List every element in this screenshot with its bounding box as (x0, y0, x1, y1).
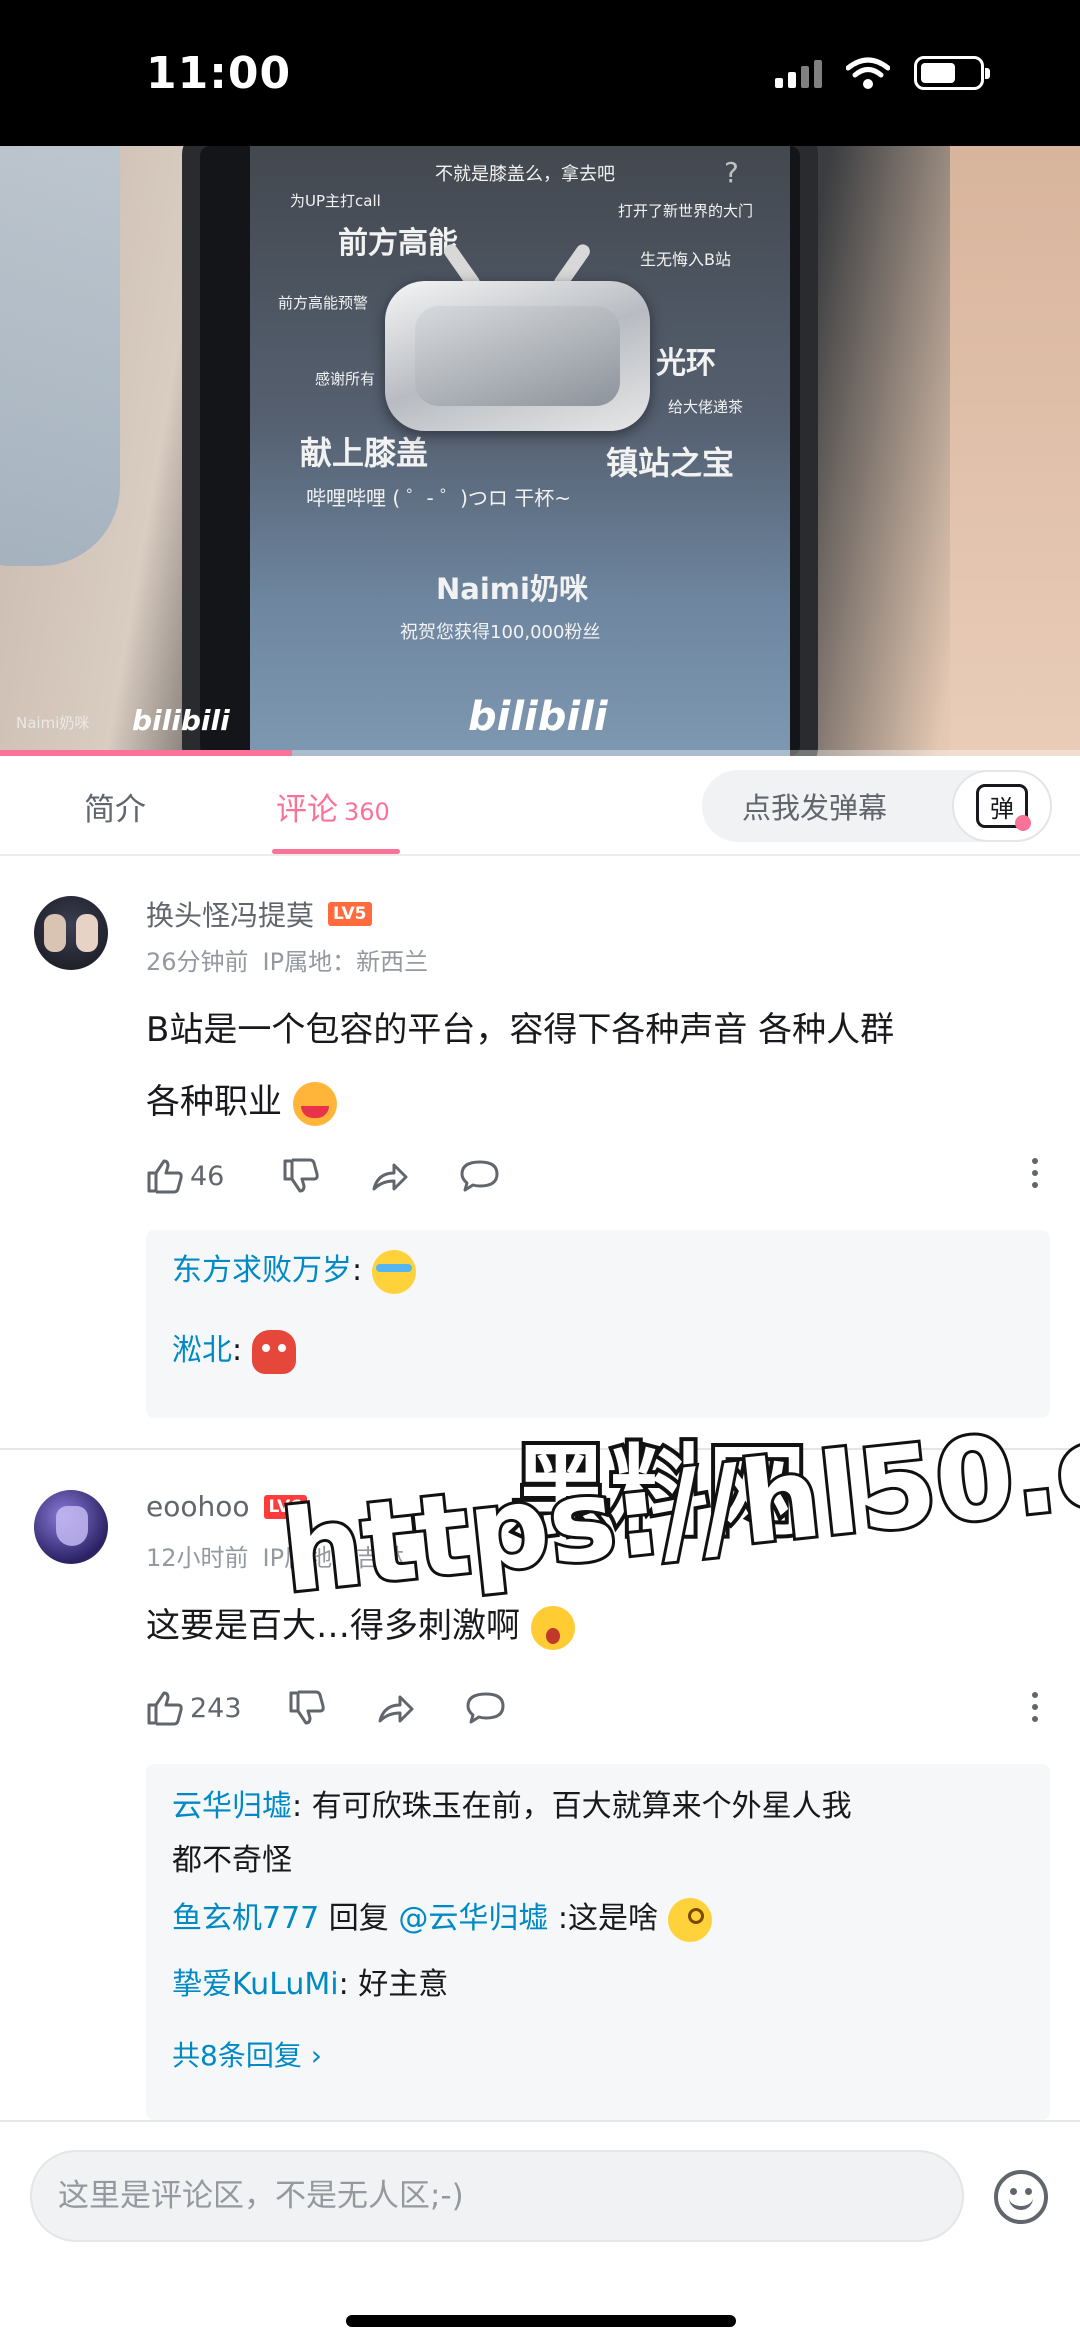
cellular-signal-icon (775, 58, 822, 88)
video-hand-shape (0, 146, 120, 566)
reply-preview: 云华归墟: 有可欣珠玉在前，百大就算来个外星人我 都不奇怪 (172, 1789, 852, 1878)
active-tab-indicator (272, 849, 400, 854)
more-options-icon[interactable] (1032, 1158, 1040, 1188)
danmaku-placeholder: 点我发弹幕 (742, 791, 888, 825)
reply-author[interactable]: 东方求败万岁 (172, 1253, 352, 1288)
tab-comments[interactable]: 评论 360 (276, 784, 390, 829)
comment-text: B站是一个包容的平台，容得下各种声音 各种人群 各种职业 (146, 994, 1026, 1138)
red-blob-emoji-icon (251, 1329, 296, 1374)
comment-meta: 26分钟前 IP属地：新西兰 (146, 942, 428, 977)
crying-laugh-emoji-icon (371, 1249, 416, 1294)
comment-username-row: 换头怪冯提莫 LV5 (146, 894, 372, 934)
shocked-emoji-icon (530, 1605, 575, 1650)
overlay-word: 感谢所有 (315, 370, 376, 388)
thumb-up-icon (147, 1159, 183, 1194)
share-icon[interactable] (376, 1691, 416, 1725)
comment-time: 26分钟前 (146, 948, 249, 976)
comment-username[interactable]: 换头怪冯提莫 (146, 894, 314, 934)
reply-preview: 鱼玄机777 回复 @云华归墟 :这是啥 (172, 1894, 1030, 1944)
view-more-replies-link[interactable]: 共8条回复 › (172, 2034, 322, 2074)
comment-username[interactable]: eoohoo (146, 1490, 250, 1523)
thinking-emoji-icon (667, 1897, 712, 1942)
overlay-word: 前方高能预警 (278, 294, 369, 312)
laughing-emoji-icon (292, 1081, 337, 1126)
emoji-picker-icon[interactable] (994, 2170, 1048, 2224)
share-icon[interactable] (370, 1159, 410, 1193)
comment-text: 这要是百大…得多刺激啊 (146, 1590, 1026, 1662)
video-background-right (950, 146, 1080, 756)
thumb-up-icon (147, 1691, 183, 1726)
overlay-word: 哔哩哔哩 ( ゜- ゜)つロ 干杯~ (306, 486, 572, 510)
like-count: 46 (190, 1160, 225, 1192)
tab-intro[interactable]: 简介 (84, 784, 146, 829)
reply-author[interactable]: 挚爱KuLuMi (172, 1967, 339, 2002)
overlay-word: ? (724, 156, 739, 189)
overlay-word: 祝贺您获得100,000粉丝 (400, 622, 601, 643)
like-button[interactable]: 243 (146, 1690, 242, 1726)
reply-bubble-icon[interactable] (466, 1691, 506, 1725)
overlay-word: 光环 (656, 346, 716, 381)
like-count: 243 (190, 1692, 242, 1724)
overlay-word: 不就是膝盖么，拿去吧 (435, 164, 615, 185)
video-player[interactable]: 不就是膝盖么，拿去吧 为UP主打call 打开了新世界的大门 前方高能 生无悔入… (0, 146, 1080, 756)
like-button[interactable]: 46 (146, 1158, 224, 1194)
overlay-word: 镇站之宝 (606, 444, 735, 482)
reply-preview-box[interactable]: 云华归墟: 有可欣珠玉在前，百大就算来个外星人我 都不奇怪 鱼玄机777 回复 @… (146, 1764, 1050, 2120)
battery-level (921, 63, 955, 83)
battery-icon (914, 56, 990, 90)
reply-author[interactable]: 鱼玄机777 (172, 1901, 319, 1936)
reply-preview: 淞北: (172, 1326, 1030, 1376)
tab-bar: 简介 评论 360 点我发弹幕 弹 (0, 756, 1080, 856)
reply-bubble-icon[interactable] (460, 1159, 500, 1193)
avatar[interactable] (34, 1490, 108, 1564)
reply-preview: 挚爱KuLuMi: 好主意 (172, 1967, 449, 2002)
comment-input[interactable]: 这里是评论区，不是无人区;-) (30, 2150, 964, 2242)
home-indicator (346, 2315, 736, 2327)
comment-item: 换头怪冯提莫 LV5 26分钟前 IP属地：新西兰 B站是一个包容的平台，容得下各… (0, 858, 1080, 1448)
comment-actions: 46 (146, 1158, 500, 1194)
overlay-word: Naimi奶咪 (436, 572, 588, 606)
danmaku-toggle-button[interactable]: 弹 (952, 770, 1052, 842)
avatar[interactable] (34, 896, 108, 970)
comment-time: 12小时前 (146, 1544, 249, 1572)
level-badge: LV5 (328, 902, 372, 926)
status-time: 11:00 (146, 47, 292, 99)
wifi-icon (846, 57, 890, 89)
tv-logo-ornament (385, 241, 650, 431)
comment-text-line: B站是一个包容的平台，容得下各种声音 各种人群 (146, 1010, 895, 1050)
video-corner-logo: bilibili (132, 704, 230, 737)
status-icons (775, 56, 990, 90)
reply-author[interactable]: 云华归墟 (172, 1789, 292, 1824)
tab-comments-count: 360 (344, 798, 390, 826)
overlay-word: 为UP主打call (290, 192, 381, 210)
tab-comments-label: 评论 (276, 792, 338, 828)
reply-mention[interactable]: @云华归墟 (398, 1901, 548, 1936)
reply-preview-box[interactable]: 东方求败万岁: 淞北: (146, 1230, 1050, 1418)
comment-text-line: 各种职业 (146, 1066, 1026, 1138)
thumb-down-icon[interactable] (282, 1158, 320, 1194)
status-bar: 11:00 (0, 0, 1080, 146)
overlay-word: 生无悔入B站 (640, 250, 731, 269)
danmaku-tv-icon: 弹 (976, 784, 1031, 831)
thumb-down-icon[interactable] (288, 1690, 326, 1726)
reply-preview: 东方求败万岁: (172, 1246, 1030, 1296)
overlay-word: 打开了新世界的大门 (618, 202, 754, 220)
bottom-bar: 这里是评论区，不是无人区;-) (0, 2120, 1080, 2343)
comment-actions: 243 (146, 1690, 506, 1726)
danmaku-input[interactable]: 点我发弹幕 弹 (702, 770, 1052, 842)
comment-ip: IP属地：新西兰 (262, 948, 429, 976)
overlay-word: 献上膝盖 (300, 434, 429, 472)
reply-author[interactable]: 淞北 (172, 1333, 232, 1368)
bilibili-logo: bilibili (468, 694, 608, 740)
more-options-icon[interactable] (1032, 1692, 1040, 1722)
video-corner-watermark: Naimi奶咪 (16, 714, 90, 732)
overlay-word: 给大佬递茶 (668, 398, 744, 416)
